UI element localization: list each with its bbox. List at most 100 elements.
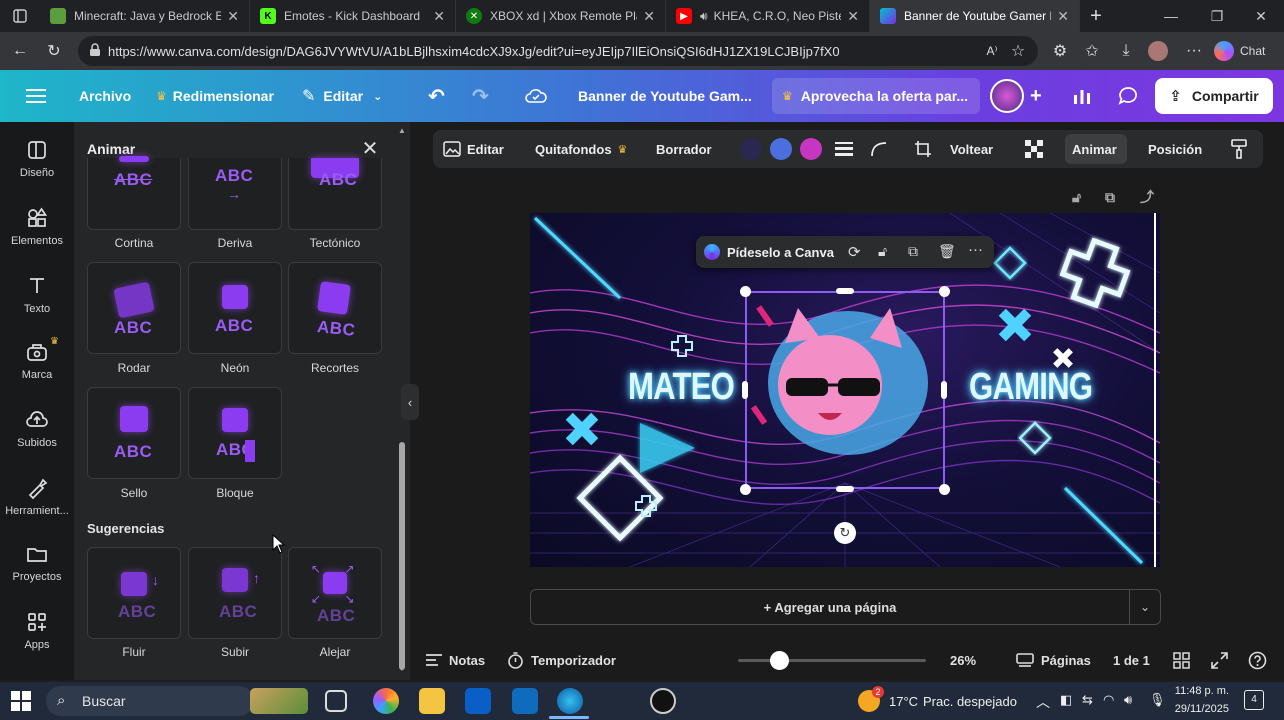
close-tab-icon[interactable]: ✕ — [1057, 8, 1069, 25]
flip-button[interactable]: Voltear — [950, 130, 993, 168]
add-collaborator-icon[interactable]: + — [1030, 70, 1042, 122]
copy-style-icon[interactable] — [1230, 130, 1248, 168]
add-page-dropdown[interactable]: ⌄ — [1129, 589, 1161, 625]
microphone-icon[interactable]: 🎙︎ — [1149, 692, 1166, 708]
line-weight-icon[interactable] — [835, 130, 853, 168]
more-options-icon[interactable]: ··· — [1178, 35, 1210, 67]
browser-tab-xbox[interactable]: ✕ XBOX xd | Xbox Remote Play c ✕ — [456, 0, 666, 32]
lock-page-icon[interactable]: 🔓︎ — [1072, 178, 1081, 216]
show-hidden-icons-icon[interactable]: ︿ — [1036, 692, 1050, 712]
notifications-icon[interactable]: 4 — [1244, 690, 1264, 710]
extensions-icon[interactable]: ⚙ — [1044, 35, 1076, 67]
rail-item-design[interactable]: Diseño — [0, 128, 74, 188]
banner-text-right[interactable]: GAMING — [969, 366, 1093, 409]
rail-item-tools[interactable]: Herramient... — [0, 466, 74, 526]
maximize-icon[interactable]: ❐ — [1194, 0, 1240, 32]
resize-handle[interactable] — [740, 286, 751, 297]
scroll-down-icon[interactable]: ▼ — [398, 664, 406, 673]
outlook-icon[interactable] — [512, 688, 538, 714]
rail-item-elements[interactable]: Elementos — [0, 196, 74, 256]
rotate-handle[interactable]: ↻ — [834, 522, 856, 544]
refresh-icon[interactable]: ⟳ — [848, 243, 861, 261]
animation-card-cortina[interactable]: ABC — [87, 156, 181, 230]
close-tab-icon[interactable]: ✕ — [433, 8, 445, 25]
duplicate-icon[interactable]: ⧉ — [908, 243, 918, 260]
clock-date[interactable]: 29/11/2025 — [1173, 703, 1229, 715]
cloud-saved-icon[interactable] — [525, 70, 547, 122]
weather-desc[interactable]: Prac. despejado — [923, 694, 1017, 709]
minimize-icon[interactable]: — — [1148, 0, 1194, 32]
close-panel-icon[interactable]: ✕ — [360, 139, 380, 159]
file-explorer-icon[interactable] — [419, 688, 445, 714]
color-swatch-3[interactable] — [800, 138, 822, 160]
edit-image-button[interactable]: Editar — [443, 130, 504, 168]
resize-button[interactable]: ♛ Redimensionar — [156, 70, 274, 122]
url-field[interactable]: https://www.canva.com/design/DAG6JVYWtVU… — [78, 36, 1038, 66]
edit-menu-button[interactable]: ✎ Editar ⌄ — [302, 70, 382, 122]
resize-handle[interactable] — [742, 381, 748, 399]
offer-button[interactable]: ♛ Aprovecha la oferta par... — [772, 78, 980, 114]
edge-icon[interactable] — [557, 688, 583, 714]
animation-card-bloque[interactable]: ABC — [188, 387, 282, 479]
animation-card-sello[interactable]: ABC — [87, 387, 181, 479]
rail-item-uploads[interactable]: Subidos — [0, 398, 74, 458]
crop-icon[interactable] — [914, 130, 932, 168]
corner-rounding-icon[interactable] — [870, 130, 888, 168]
banner-text-left[interactable]: MATEO — [628, 366, 735, 409]
undo-icon[interactable]: ↶ — [428, 70, 445, 122]
color-swatch-1[interactable] — [740, 138, 762, 160]
selection-box[interactable] — [745, 291, 945, 489]
copilot-chat-button[interactable]: Chat — [1214, 36, 1280, 66]
design-title[interactable]: Banner de Youtube Gam... — [578, 70, 752, 122]
browser-tab-minecraft[interactable]: Minecraft: Java y Bedrock Edition ✕ — [40, 0, 250, 32]
close-tab-icon[interactable]: ✕ — [847, 8, 859, 25]
resize-handle[interactable] — [836, 486, 854, 492]
browser-tab-youtube[interactable]: ▶ 🔊︎ KHEA, C.R.O, Neo Pistea ✕ — [666, 0, 870, 32]
scroll-up-icon[interactable]: ▲ — [398, 126, 406, 135]
more-options-icon[interactable]: ··· — [968, 241, 983, 258]
transparency-icon[interactable] — [1025, 130, 1043, 168]
tray-sync-icon[interactable]: ⇆ — [1082, 692, 1093, 708]
trash-icon[interactable]: 🗑︎ — [938, 243, 956, 260]
notes-button[interactable]: Notas — [425, 640, 485, 680]
rail-item-projects[interactable]: Proyectos — [0, 532, 74, 592]
menu-hamburger-icon[interactable] — [26, 70, 46, 122]
animation-card-subir[interactable]: ↑ ABC — [188, 547, 282, 639]
clock-time[interactable]: 11:48 p. m. — [1173, 685, 1229, 697]
lock-icon[interactable]: 🔓︎ — [878, 243, 887, 260]
resize-handle[interactable] — [836, 288, 854, 294]
collapse-panel-button[interactable]: ‹ — [401, 384, 419, 420]
pages-button[interactable]: Páginas — [1016, 640, 1091, 680]
favorites-icon[interactable]: ✩ — [1076, 35, 1108, 67]
tab-actions-icon[interactable] — [0, 0, 40, 32]
insights-chart-icon[interactable] — [1072, 70, 1092, 122]
timer-button[interactable]: Temporizador — [507, 640, 616, 680]
share-button[interactable]: ⇪ Compartir — [1155, 78, 1273, 114]
close-tab-icon[interactable]: ✕ — [227, 8, 239, 25]
animation-card-rodar[interactable]: ABC — [87, 262, 181, 354]
rail-item-apps[interactable]: Apps — [0, 600, 74, 660]
browser-tab-canva[interactable]: Banner de Youtube Gamer Ne ✕ — [870, 0, 1080, 32]
eraser-button[interactable]: Borrador — [656, 130, 712, 168]
taskbar-search[interactable]: ⌕ Buscar — [46, 686, 254, 716]
resize-handle[interactable] — [939, 286, 950, 297]
zoom-slider[interactable] — [738, 659, 926, 662]
comments-icon[interactable] — [1118, 70, 1138, 122]
downloads-icon[interactable]: ⤓ — [1110, 35, 1142, 67]
help-icon[interactable] — [1248, 640, 1267, 680]
zoom-slider-thumb[interactable] — [770, 651, 790, 670]
close-tab-icon[interactable]: ✕ — [643, 8, 655, 25]
back-icon[interactable]: ← — [4, 35, 36, 67]
animation-card-alejar[interactable]: ↖ ↗ ↙ ↘ ABC — [288, 547, 382, 639]
add-page-icon[interactable]: ⤴ — [1140, 178, 1154, 216]
fullscreen-icon[interactable] — [1211, 640, 1228, 680]
animate-button[interactable]: Animar — [1072, 130, 1117, 168]
resize-handle[interactable] — [941, 381, 947, 399]
audio-playing-icon[interactable]: 🔊︎ — [700, 9, 708, 24]
weather-temp[interactable]: 17°C — [889, 694, 918, 709]
resize-handle[interactable] — [740, 484, 751, 495]
wifi-icon[interactable]: ◠ — [1103, 692, 1114, 708]
redo-icon[interactable]: ↷ — [472, 70, 489, 122]
bg-remover-button[interactable]: Quitafondos ♛ — [535, 130, 627, 168]
reload-icon[interactable]: ↻ — [38, 35, 70, 67]
